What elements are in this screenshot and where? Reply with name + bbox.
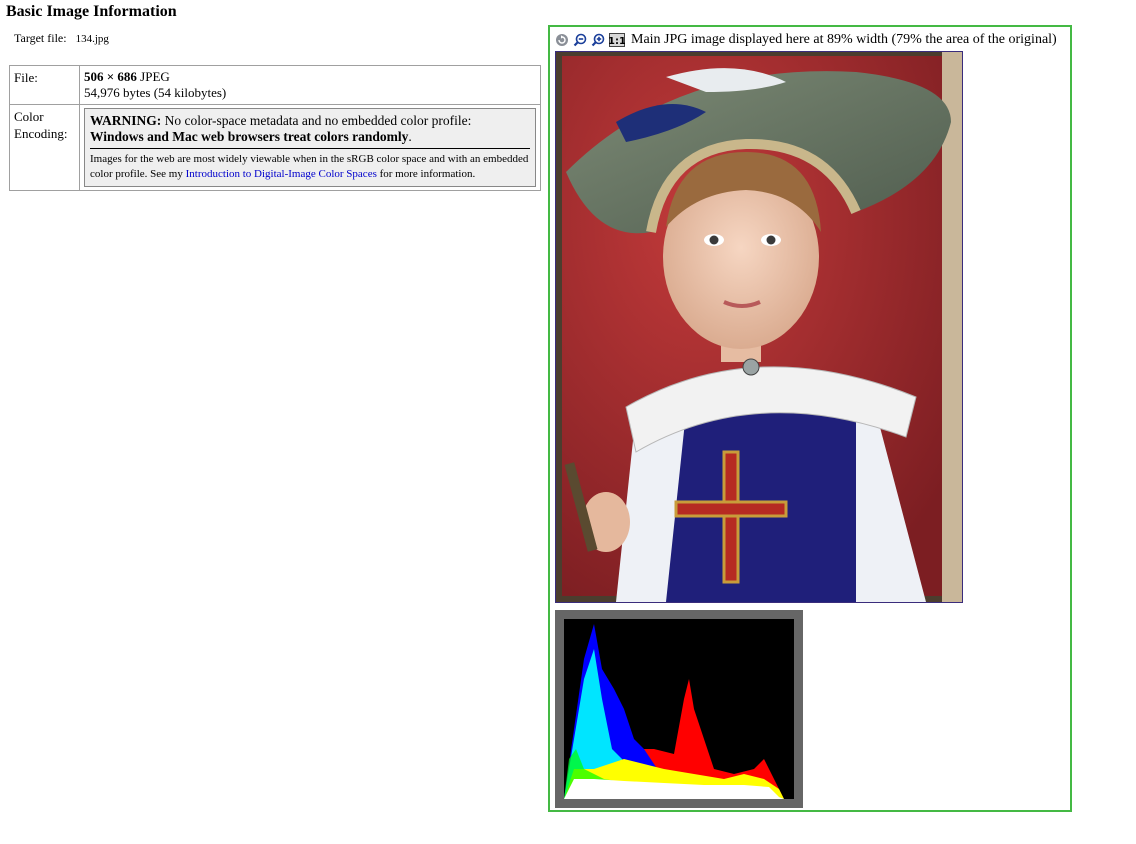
table-row: Color Encoding: WARNING: No color-space … <box>9 104 541 191</box>
color-label-1: Color <box>14 109 44 124</box>
viewer-caption: Main JPG image displayed here at 89% wid… <box>631 32 1057 47</box>
table-row: File: 506 × 686 JPEG 54,976 bytes (54 ki… <box>9 65 541 105</box>
target-file: Target file: 134.jpg <box>14 31 109 46</box>
warning-label: WARNING: <box>90 113 162 128</box>
target-file-label: Target file: <box>14 31 67 45</box>
color-label-cell: Color Encoding: <box>9 104 80 191</box>
color-info-text: Images for the web are most widely viewa… <box>90 152 530 182</box>
warning-line: WARNING: No color-space metadata and no … <box>90 113 530 145</box>
warning-bold-line: Windows and Mac web browsers treat color… <box>90 129 409 144</box>
file-value-cell: 506 × 686 JPEG 54,976 bytes (54 kilobyte… <box>79 65 541 105</box>
warning-box: WARNING: No color-space metadata and no … <box>84 108 536 187</box>
image-dimensions: 506 × 686 <box>84 69 137 84</box>
reload-icon[interactable] <box>555 33 569 47</box>
viewer-toolbar: 1:1 Main JPG image displayed here at 89%… <box>555 32 1057 48</box>
image-viewer-panel: 1:1 Main JPG image displayed here at 89%… <box>548 25 1072 812</box>
divider <box>90 148 530 149</box>
file-size: 54,976 bytes (54 kilobytes) <box>84 85 227 100</box>
warning-period: . <box>408 129 412 144</box>
actual-size-icon[interactable]: 1:1 <box>608 33 626 47</box>
color-label-2: Encoding: <box>14 126 68 141</box>
zoom-in-icon[interactable] <box>591 33 605 47</box>
main-image <box>555 51 963 603</box>
actual-size-label: 1:1 <box>609 36 625 47</box>
histogram <box>555 610 803 808</box>
page-title: Basic Image Information <box>6 3 177 20</box>
warning-text: No color-space metadata and no embedded … <box>164 113 472 128</box>
file-label: File: <box>14 70 38 85</box>
info-text-after: for more information. <box>379 168 476 180</box>
color-spaces-link[interactable]: Introduction to Digital-Image Color Spac… <box>186 168 377 180</box>
file-label-cell: File: <box>9 65 80 105</box>
image-format: JPEG <box>140 69 170 84</box>
info-table: File: 506 × 686 JPEG 54,976 bytes (54 ki… <box>9 65 541 191</box>
zoom-out-icon[interactable] <box>573 33 587 47</box>
target-file-value: 134.jpg <box>75 33 109 45</box>
color-value-cell: WARNING: No color-space metadata and no … <box>79 104 541 191</box>
